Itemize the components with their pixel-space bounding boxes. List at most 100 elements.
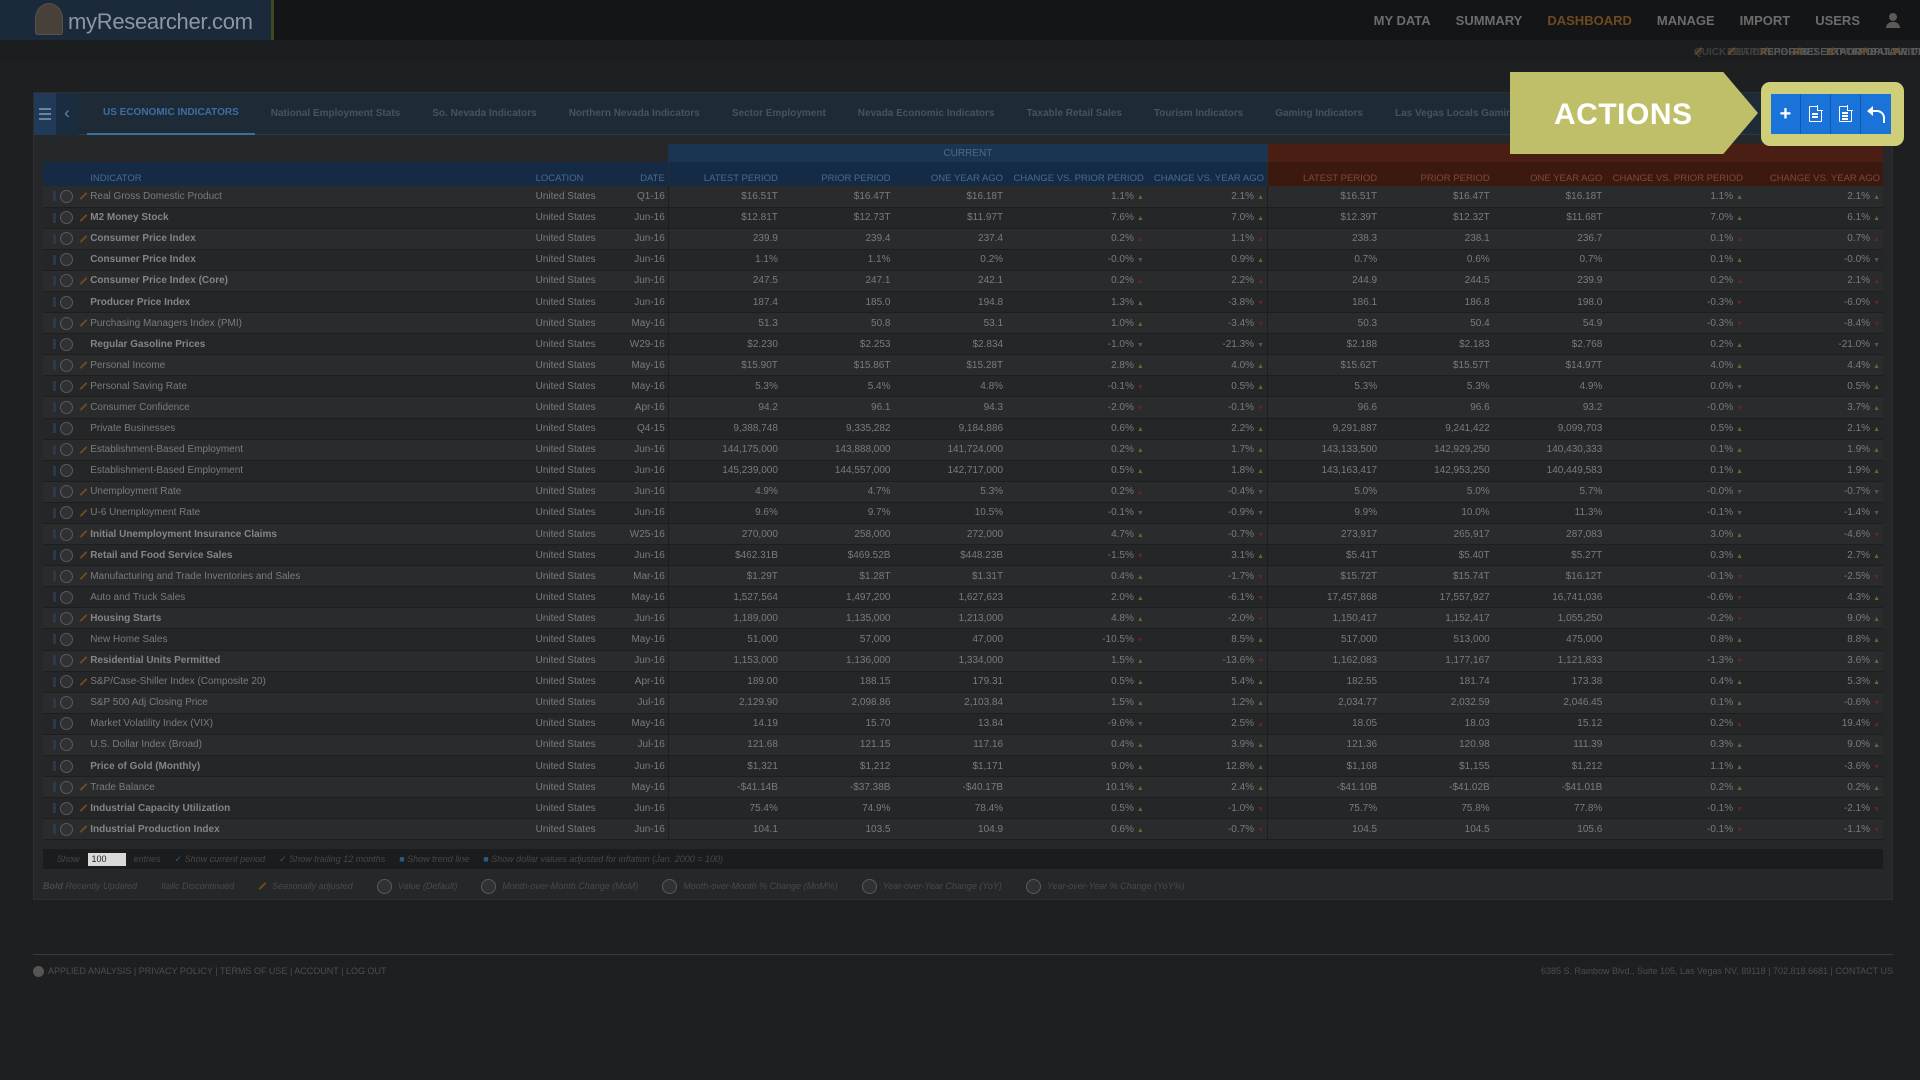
value-mode-icon[interactable] — [60, 316, 74, 330]
row-view-toggle[interactable] — [57, 439, 74, 461]
row-view-toggle[interactable] — [57, 375, 74, 398]
row-view-toggle[interactable] — [57, 713, 74, 735]
indicator-name[interactable]: Consumer Confidence — [87, 396, 533, 419]
subnav-export-data[interactable]: EXPORT DATA — [1826, 47, 1896, 58]
row-expand-handle[interactable] — [43, 291, 58, 314]
value-mode-icon[interactable] — [60, 337, 74, 351]
checkbox-checked-icon[interactable]: ✓ — [175, 854, 185, 864]
subnav-presentations[interactable]: PRESENTATIONS — [1793, 47, 1877, 58]
table-row[interactable]: S&P/Case-Shiller Index (Composite 20) Uni… — [43, 671, 1883, 693]
document-icon[interactable] — [1831, 94, 1861, 134]
tab-gaming-indicators[interactable]: Gaming Indicators — [1259, 93, 1379, 135]
indicator-name[interactable]: Trade Balance — [87, 776, 533, 799]
user-icon[interactable] — [1886, 13, 1900, 28]
row-view-toggle[interactable] — [57, 502, 74, 525]
nav-users[interactable]: USERS — [1815, 13, 1860, 28]
row-expand-handle[interactable] — [43, 375, 58, 398]
row-expand-handle[interactable] — [43, 354, 58, 377]
table-row[interactable]: Establishment-Based Employment United Sta… — [43, 460, 1883, 482]
option-checkbox[interactable]: ✓ Show trailing 12 months — [279, 854, 385, 865]
column-header[interactable]: ONE YEAR AGO — [1492, 162, 1606, 186]
row-expand-handle[interactable] — [43, 523, 58, 546]
row-expand-handle[interactable] — [43, 502, 58, 525]
footer-link-account[interactable]: ACCOUNT — [294, 966, 338, 976]
indicator-name[interactable]: Consumer Price Index — [87, 249, 533, 271]
row-expand-handle[interactable] — [43, 418, 58, 440]
row-view-toggle[interactable] — [57, 333, 74, 356]
row-view-toggle[interactable] — [57, 354, 74, 377]
value-mode-icon[interactable] — [60, 379, 74, 393]
indicator-name[interactable]: S&P 500 Adj Closing Price — [87, 692, 533, 714]
indicator-name[interactable]: Housing Starts — [87, 607, 533, 630]
row-view-toggle[interactable] — [57, 628, 74, 651]
row-view-toggle[interactable] — [57, 734, 74, 757]
indicator-name[interactable]: Establishment-Based Employment — [87, 460, 533, 482]
row-view-toggle[interactable] — [57, 291, 74, 314]
row-view-toggle[interactable] — [57, 797, 74, 820]
nav-summary[interactable]: SUMMARY — [1456, 13, 1523, 28]
table-row[interactable]: S&P 500 Adj Closing Price United States Ju… — [43, 692, 1883, 714]
row-view-toggle[interactable] — [57, 818, 74, 841]
row-view-toggle[interactable] — [57, 586, 74, 609]
value-mode-icon[interactable] — [60, 696, 74, 710]
indicator-name[interactable]: Residential Units Permitted — [87, 650, 533, 672]
row-view-toggle[interactable] — [57, 692, 74, 714]
value-mode-icon[interactable] — [60, 675, 74, 689]
tab-tourism-indicators[interactable]: Tourism Indicators — [1138, 93, 1259, 135]
value-mode-icon[interactable] — [60, 801, 74, 815]
table-row[interactable]: Residential Units Permitted United States… — [43, 650, 1883, 672]
value-mode-icon[interactable] — [60, 189, 74, 203]
entries-select[interactable]: 100 — [87, 852, 126, 866]
row-expand-handle[interactable] — [43, 734, 58, 757]
row-expand-handle[interactable] — [43, 797, 58, 820]
tab-nevada-economic-indicators[interactable]: Nevada Economic Indicators — [842, 93, 1011, 135]
row-view-toggle[interactable] — [57, 544, 74, 567]
tab-so-nevada-indicators[interactable]: So. Nevada Indicators — [416, 93, 552, 135]
option-checkbox[interactable]: ■ Show trend line — [399, 854, 469, 864]
row-view-toggle[interactable] — [57, 270, 74, 292]
table-row[interactable]: Industrial Production Index United States… — [43, 818, 1883, 841]
row-expand-handle[interactable] — [43, 207, 58, 229]
table-row[interactable]: Personal Saving Rate United States May-16 5… — [43, 375, 1883, 398]
value-mode-icon[interactable] — [60, 654, 74, 668]
value-mode-icon[interactable] — [60, 527, 74, 541]
column-header[interactable]: LATEST PERIOD — [667, 162, 781, 186]
indicator-name[interactable]: U-6 Unemployment Rate — [87, 502, 533, 525]
indicator-name[interactable]: U.S. Dollar Index (Broad) — [87, 734, 533, 757]
row-view-toggle[interactable] — [57, 186, 74, 208]
table-row[interactable]: Real Gross Domestic Product United States… — [43, 186, 1883, 208]
nav-dashboard[interactable]: DASHBOARD — [1547, 13, 1632, 28]
row-expand-handle[interactable] — [43, 249, 58, 271]
nav-my-data[interactable]: MY DATA — [1374, 13, 1431, 28]
footer-link-applied-analysis[interactable]: APPLIED ANALYSIS — [48, 966, 131, 976]
footer-link-terms-of-use[interactable]: TERMS OF USE — [220, 966, 288, 976]
indicator-name[interactable]: Purchasing Managers Index (PMI) — [87, 312, 533, 335]
row-expand-handle[interactable] — [43, 439, 58, 461]
menu-icon[interactable] — [34, 93, 56, 135]
indicator-name[interactable]: Producer Price Index — [87, 291, 533, 314]
column-header[interactable]: CHANGE VS. YEAR AGO — [1746, 162, 1883, 186]
pdf-icon[interactable] — [1801, 94, 1831, 134]
row-view-toggle[interactable] — [57, 650, 74, 672]
option-checkbox[interactable]: ■ Show dollar values adjusted for inflat… — [483, 854, 723, 864]
value-mode-icon[interactable] — [60, 506, 74, 520]
table-row[interactable]: Manufacturing and Trade Inventories and … — [43, 565, 1883, 588]
row-expand-handle[interactable] — [43, 776, 58, 799]
chevron-left-icon[interactable]: ‹ — [56, 93, 78, 135]
value-mode-icon[interactable] — [60, 422, 74, 436]
row-view-toggle[interactable] — [57, 396, 74, 419]
value-mode-icon[interactable] — [60, 358, 74, 372]
row-expand-handle[interactable] — [43, 650, 58, 672]
row-view-toggle[interactable] — [57, 228, 74, 250]
checkbox-unchecked-icon[interactable]: ■ — [399, 854, 407, 864]
row-expand-handle[interactable] — [43, 692, 58, 714]
tab-northern-nevada-indicators[interactable]: Northern Nevada Indicators — [553, 93, 716, 135]
indicator-name[interactable]: New Home Sales — [87, 628, 533, 651]
value-mode-icon[interactable] — [60, 759, 74, 773]
value-mode-icon[interactable] — [60, 780, 74, 794]
indicator-name[interactable]: Market Volatility Index (VIX) — [87, 713, 533, 735]
row-view-toggle[interactable] — [57, 249, 74, 271]
row-expand-handle[interactable] — [43, 607, 58, 630]
option-checkbox[interactable]: ✓ Show current period — [175, 854, 266, 865]
row-expand-handle[interactable] — [43, 713, 58, 735]
